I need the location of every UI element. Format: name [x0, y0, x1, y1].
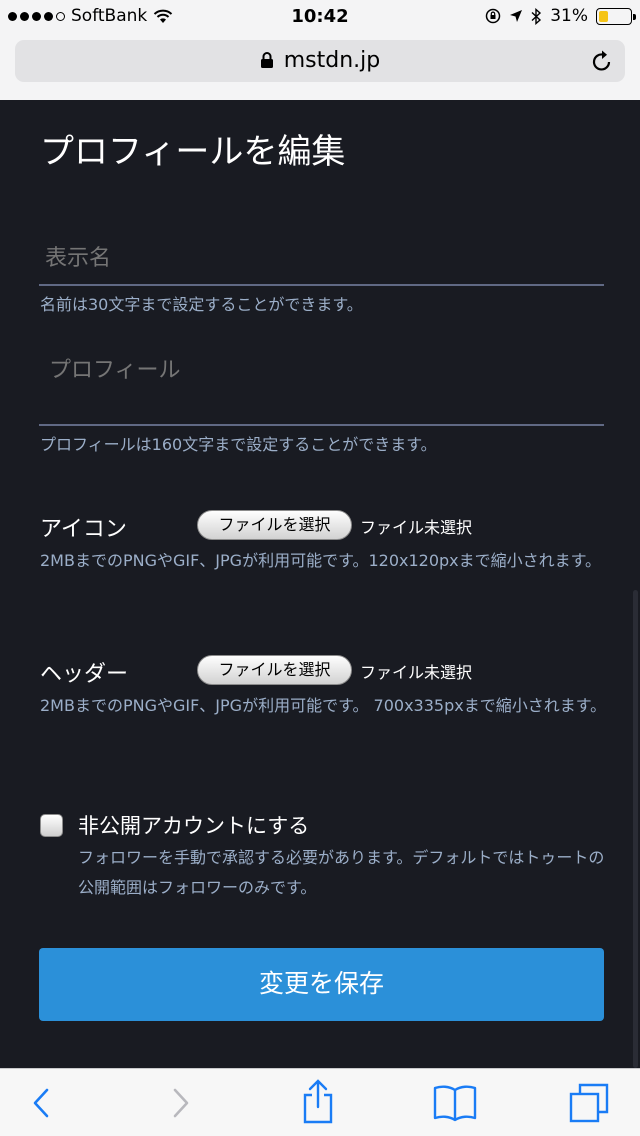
avatar-label: アイコン — [40, 517, 127, 542]
location-icon — [510, 10, 523, 22]
locked-account-label[interactable]: 非公開アカウントにする — [78, 810, 309, 840]
address-bar[interactable]: mstdn.jp — [15, 40, 625, 82]
header-file-status: ファイル未選択 — [360, 663, 473, 682]
bluetooth-icon — [531, 7, 542, 25]
bottom-toolbar — [0, 1068, 640, 1136]
locked-account-checkbox[interactable] — [40, 814, 63, 837]
status-bar: SoftBank 10:42 31% — [0, 0, 640, 34]
locked-account-description: フォロワーを手動で承認する必要があります。デフォルトではトゥートの公開範囲はフォ… — [78, 848, 605, 897]
browser-chrome: SoftBank 10:42 31% mstdn.jp — [0, 0, 640, 100]
scrollbar[interactable] — [633, 590, 638, 1068]
back-icon[interactable] — [30, 1083, 52, 1123]
display-name-field — [39, 240, 604, 286]
bio-input[interactable] — [49, 358, 604, 383]
avatar-file-button[interactable]: ファイルを選択 — [197, 510, 352, 540]
reload-icon[interactable] — [591, 49, 613, 73]
display-name-hint: 名前は30文字まで設定することができます。 — [40, 295, 363, 314]
bookmarks-icon[interactable] — [433, 1083, 477, 1123]
header-file-button[interactable]: ファイルを選択 — [197, 655, 352, 685]
lock-icon — [260, 52, 273, 68]
save-button[interactable]: 変更を保存 — [39, 948, 604, 1021]
header-label: ヘッダー — [40, 662, 129, 687]
battery-percent: 31% — [550, 6, 588, 26]
share-icon[interactable] — [300, 1079, 336, 1125]
page-title: プロフィールを編集 — [40, 132, 346, 172]
rotation-lock-icon — [485, 8, 501, 24]
forward-icon[interactable] — [170, 1083, 192, 1123]
battery-icon — [596, 7, 636, 25]
header-description: 2MBまでのPNGやGIF、JPGが利用可能です。 700x335pxまで縮小さ… — [40, 696, 607, 715]
display-name-input[interactable] — [45, 246, 604, 271]
bio-field — [39, 352, 604, 426]
bio-hint: プロフィールは160文字まで設定することができます。 — [40, 435, 437, 454]
url-text: mstdn.jp — [283, 48, 381, 73]
tabs-icon[interactable] — [568, 1081, 612, 1125]
avatar-file-status: ファイル未選択 — [360, 518, 473, 537]
avatar-description: 2MBまでのPNGやGIF、JPGが利用可能です。120x120pxまで縮小され… — [40, 551, 602, 570]
